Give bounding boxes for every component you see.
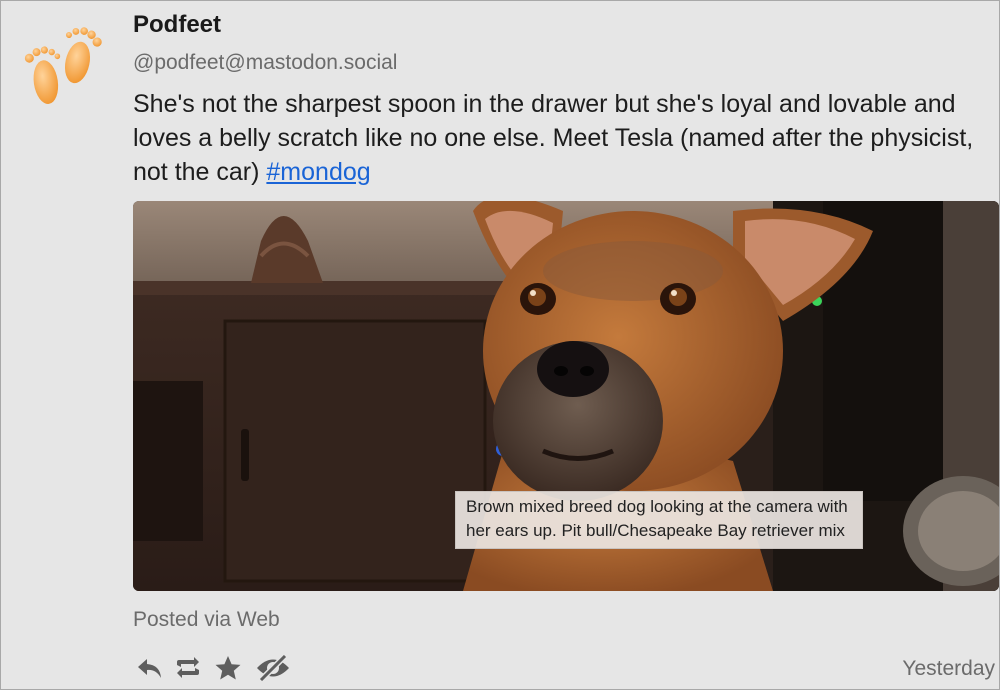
posted-via: Posted via Web <box>133 608 280 631</box>
hashtag-link[interactable]: #mondog <box>266 158 370 186</box>
reply-icon <box>138 659 161 678</box>
favorite-star-icon <box>215 656 241 680</box>
boost-icon <box>177 657 199 678</box>
display-name[interactable]: Podfeet <box>133 11 221 39</box>
boost-button[interactable] <box>171 651 205 685</box>
hide-media-button[interactable] <box>253 651 293 685</box>
status-text: She's not the sharpest spoon in the draw… <box>133 87 997 189</box>
alt-text-overlay: Brown mixed breed dog looking at the cam… <box>455 491 863 549</box>
media-attachment[interactable]: Brown mixed breed dog looking at the cam… <box>133 201 999 591</box>
post-card: Podfeet @podfeet@mastodon.social She's n… <box>0 0 1000 690</box>
account-handle[interactable]: @podfeet@mastodon.social <box>133 51 397 75</box>
reply-button[interactable] <box>133 651 167 685</box>
favorite-button[interactable] <box>211 651 245 685</box>
avatar[interactable] <box>19 19 111 109</box>
timestamp[interactable]: Yesterday <box>902 657 995 681</box>
status-body: She's not the sharpest spoon in the draw… <box>133 90 974 186</box>
hide-eye-icon <box>257 655 289 681</box>
footprints-icon <box>24 27 102 104</box>
